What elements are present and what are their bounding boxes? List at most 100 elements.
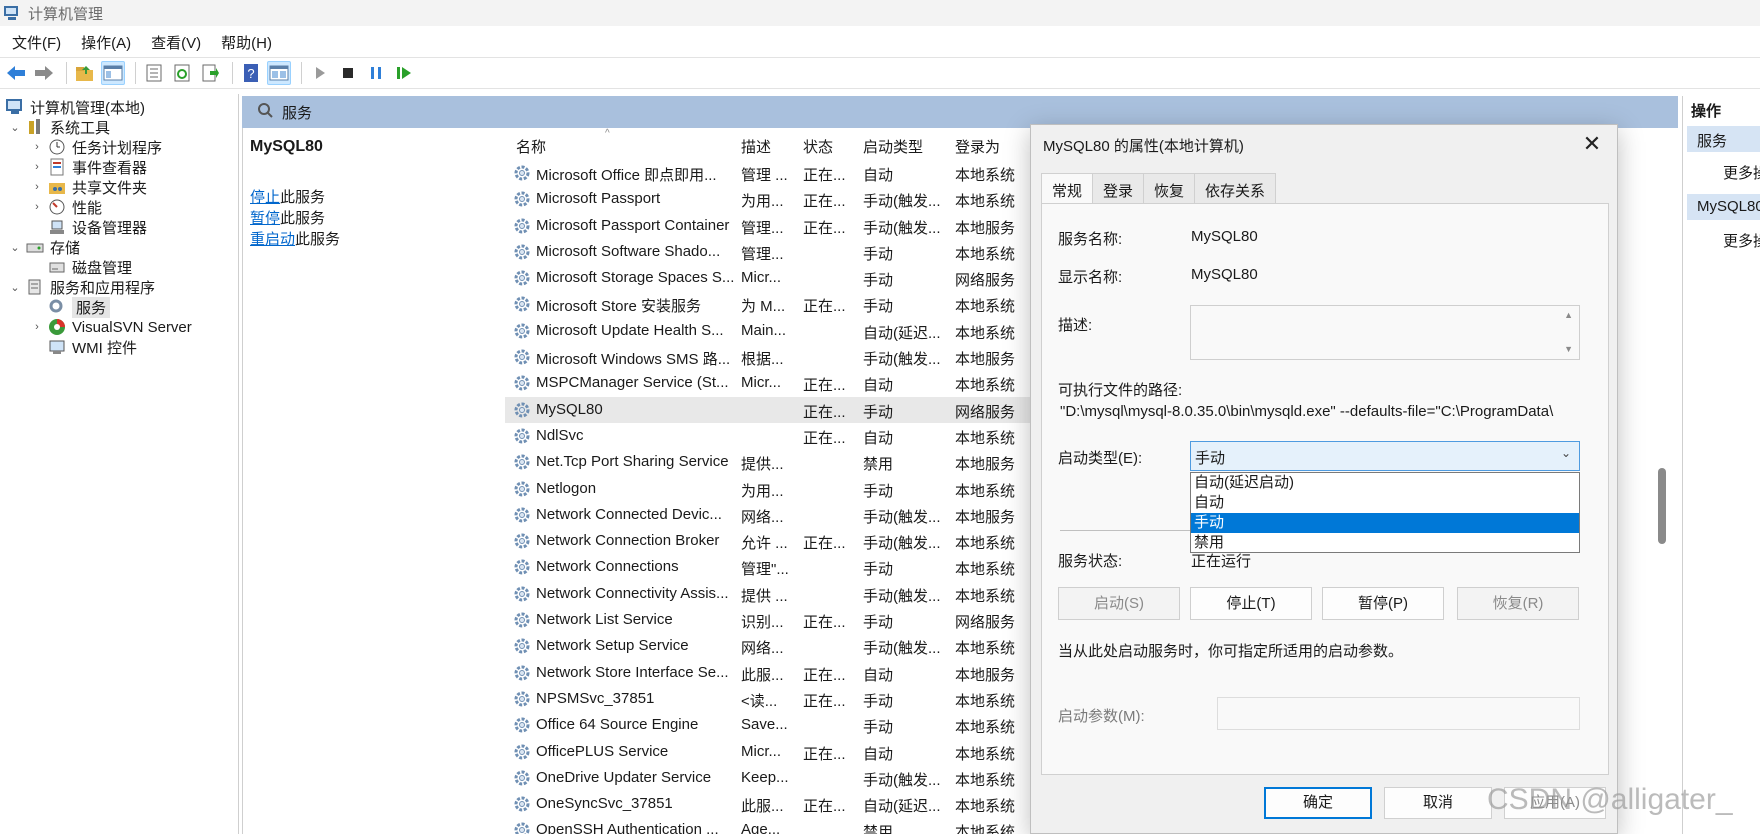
actions-section-mysql80[interactable]: MySQL80 bbox=[1687, 194, 1760, 220]
table-row[interactable]: Microsoft Store 安装服务 为 M... 正在... 手动 本地系统 bbox=[505, 291, 1030, 317]
table-row[interactable]: MySQL80 正在... 手动 网络服务 bbox=[505, 396, 1030, 423]
start-button[interactable]: 启动(S) bbox=[1058, 587, 1180, 620]
tree-task-scheduler[interactable]: › 任务计划程序 bbox=[30, 136, 162, 158]
tree-disk-management[interactable]: 磁盘管理 bbox=[48, 256, 132, 278]
table-row[interactable]: Network Connectivity Assis... 提供 ... 手动(触发… bbox=[505, 581, 1030, 607]
table-row[interactable]: Netlogon 为用... 手动 本地系统 bbox=[505, 476, 1030, 502]
menu-help[interactable]: 帮助(H) bbox=[221, 32, 272, 53]
table-row[interactable]: Microsoft Passport Container 管理... 正在... 手动… bbox=[505, 213, 1030, 239]
tab-logon[interactable]: 登录 bbox=[1092, 173, 1145, 203]
chevron-down-icon[interactable]: ⌄ bbox=[8, 281, 22, 294]
chevron-right-icon[interactable]: › bbox=[30, 201, 44, 213]
tree-device-manager[interactable]: 设备管理器 bbox=[48, 216, 147, 238]
column-header-state[interactable]: 状态 bbox=[803, 136, 833, 157]
table-row[interactable]: Network Connected Devic... 网络... 手动(触发... 本… bbox=[505, 502, 1030, 528]
ok-button[interactable]: 确定 bbox=[1264, 787, 1372, 819]
table-row[interactable]: OneDrive Updater Service Keep... 手动(触发... 本… bbox=[505, 765, 1030, 791]
dropdown-option[interactable]: 手动 bbox=[1191, 513, 1579, 533]
table-row[interactable]: Net.Tcp Port Sharing Service 提供... 禁用 本地服务 bbox=[505, 449, 1030, 475]
dropdown-option[interactable]: 自动(延迟启动) bbox=[1191, 473, 1579, 493]
column-header-logon[interactable]: 登录为 bbox=[955, 136, 1000, 157]
more-actions-link[interactable]: 更多操作 bbox=[1723, 162, 1760, 183]
pause-icon[interactable] bbox=[364, 61, 388, 85]
vertical-scrollbar[interactable] bbox=[1658, 468, 1666, 544]
cell-startup: 自动(延迟... bbox=[863, 798, 941, 816]
table-row[interactable]: OneSyncSvc_37851 此服... 正在... 自动(延迟... 本地系统 bbox=[505, 791, 1030, 817]
menu-action[interactable]: 操作(A) bbox=[81, 32, 131, 53]
start-params-input[interactable] bbox=[1217, 697, 1580, 730]
tree-root[interactable]: 计算机管理(本地) bbox=[6, 96, 145, 118]
resume-icon[interactable] bbox=[392, 61, 416, 85]
up-folder-icon[interactable] bbox=[73, 61, 97, 85]
more-actions-link[interactable]: 更多操作 bbox=[1723, 230, 1760, 251]
table-row[interactable]: MSPCManager Service (St... Micr... 正在... 自动… bbox=[505, 370, 1030, 396]
table-row[interactable]: Microsoft Update Health S... Main... 自动(延迟… bbox=[505, 318, 1030, 344]
tree-services-apps[interactable]: ⌄ 服务和应用程序 bbox=[8, 276, 155, 298]
table-row[interactable]: Microsoft Software Shado... 管理... 手动 本地系统 bbox=[505, 239, 1030, 265]
tree-system-tools[interactable]: ⌄ 系统工具 bbox=[8, 116, 110, 138]
column-header-startup[interactable]: 启动类型 bbox=[863, 136, 923, 157]
resume-button[interactable]: 恢复(R) bbox=[1457, 587, 1579, 620]
chevron-right-icon[interactable]: › bbox=[30, 181, 44, 193]
tab-general[interactable]: 常规 bbox=[1041, 173, 1094, 206]
refresh-icon[interactable] bbox=[170, 61, 194, 85]
table-row[interactable]: OfficePLUS Service Micr... 正在... 自动 本地系统 bbox=[505, 739, 1030, 765]
startup-type-select[interactable]: 手动 ⌄ bbox=[1190, 441, 1580, 471]
chevron-right-icon[interactable]: › bbox=[30, 321, 44, 333]
menu-view[interactable]: 查看(V) bbox=[151, 32, 201, 53]
chevron-right-icon[interactable]: › bbox=[30, 161, 44, 173]
chevron-down-icon[interactable]: ⌄ bbox=[8, 241, 22, 254]
properties-icon[interactable] bbox=[142, 61, 166, 85]
tab-recovery[interactable]: 恢复 bbox=[1143, 173, 1196, 203]
table-row[interactable]: NdlSvc 正在... 自动 本地系统 bbox=[505, 423, 1030, 449]
tree-wmi[interactable]: WMI 控件 bbox=[48, 336, 137, 358]
close-icon[interactable]: ✕ bbox=[1577, 131, 1607, 159]
description-box[interactable]: ▲ ▼ bbox=[1190, 305, 1580, 360]
table-row[interactable]: NPSMSvc_37851 <读... 正在... 手动 本地系统 bbox=[505, 686, 1030, 712]
table-row[interactable]: Network List Service 识别... 正在... 手动 网络服务 bbox=[505, 607, 1030, 633]
menu-file[interactable]: 文件(F) bbox=[12, 32, 61, 53]
scroll-up-icon[interactable]: ▲ bbox=[1564, 310, 1573, 320]
tab-dependencies[interactable]: 依存关系 bbox=[1194, 173, 1277, 203]
cell-logon: 本地服务 bbox=[955, 456, 1016, 474]
table-row[interactable]: Microsoft Passport 为用... 正在... 手动(触发... 本地系统 bbox=[505, 186, 1030, 212]
table-row[interactable]: OpenSSH Authentication ... Age... 禁用 本地系统 bbox=[505, 817, 1030, 834]
column-header-desc[interactable]: 描述 bbox=[741, 136, 771, 157]
pause-button[interactable]: 暂停(P) bbox=[1322, 587, 1444, 620]
play-icon[interactable] bbox=[308, 61, 332, 85]
tree-shared-folders[interactable]: › 共享文件夹 bbox=[30, 176, 147, 198]
chevron-right-icon[interactable]: › bbox=[30, 141, 44, 153]
export-icon[interactable] bbox=[198, 61, 222, 85]
back-icon[interactable] bbox=[4, 61, 28, 85]
tree-performance[interactable]: › 性能 bbox=[30, 196, 102, 218]
tree-storage[interactable]: ⌄ 存储 bbox=[8, 236, 80, 258]
table-row[interactable]: Network Connection Broker 允许 ... 正在... 手动(触… bbox=[505, 528, 1030, 554]
actions-section-services[interactable]: 服务 bbox=[1687, 126, 1760, 152]
table-row[interactable]: Microsoft Office 即点即用... 管理 ... 正在... 自动 本地系… bbox=[505, 160, 1030, 186]
table-row[interactable]: Network Setup Service 网络... 手动(触发... 本地系统 bbox=[505, 633, 1030, 659]
table-row[interactable]: Network Connections 管理"... 手动 本地系统 bbox=[505, 554, 1030, 580]
table-row[interactable]: Office 64 Source Engine Save... 手动 本地系统 bbox=[505, 712, 1030, 738]
stop-button[interactable]: 停止(T) bbox=[1190, 587, 1312, 620]
table-row[interactable]: Microsoft Storage Spaces S... Micr... 手动 网络… bbox=[505, 265, 1030, 291]
cancel-button[interactable]: 取消 bbox=[1384, 787, 1492, 819]
forward-icon[interactable] bbox=[32, 61, 56, 85]
tree-visualsvn[interactable]: › VisualSVN Server bbox=[30, 316, 192, 338]
chevron-down-icon[interactable]: ⌄ bbox=[1561, 446, 1571, 460]
stop-icon[interactable] bbox=[336, 61, 360, 85]
restart-service-link[interactable]: 重启动 bbox=[250, 231, 295, 248]
scroll-down-icon[interactable]: ▼ bbox=[1564, 344, 1573, 354]
stop-service-link[interactable]: 停止 bbox=[250, 189, 280, 206]
show-tree-icon[interactable] bbox=[101, 61, 125, 85]
help-icon[interactable]: ? bbox=[239, 61, 263, 85]
tree-event-viewer[interactable]: › 事件查看器 bbox=[30, 156, 147, 178]
dropdown-option[interactable]: 自动 bbox=[1191, 493, 1579, 513]
column-header-name[interactable]: 名称 bbox=[516, 136, 546, 157]
dropdown-option[interactable]: 禁用 bbox=[1191, 533, 1579, 553]
tree-services[interactable]: 服务 bbox=[48, 296, 111, 318]
table-row[interactable]: Network Store Interface Se... 此服... 正在... 自… bbox=[505, 660, 1030, 686]
table-row[interactable]: Microsoft Windows SMS 路... 根据... 手动(触发... 本… bbox=[505, 344, 1030, 370]
chevron-down-icon[interactable]: ⌄ bbox=[8, 121, 22, 134]
view-icon[interactable] bbox=[267, 61, 291, 85]
pause-service-link[interactable]: 暂停 bbox=[250, 210, 280, 227]
